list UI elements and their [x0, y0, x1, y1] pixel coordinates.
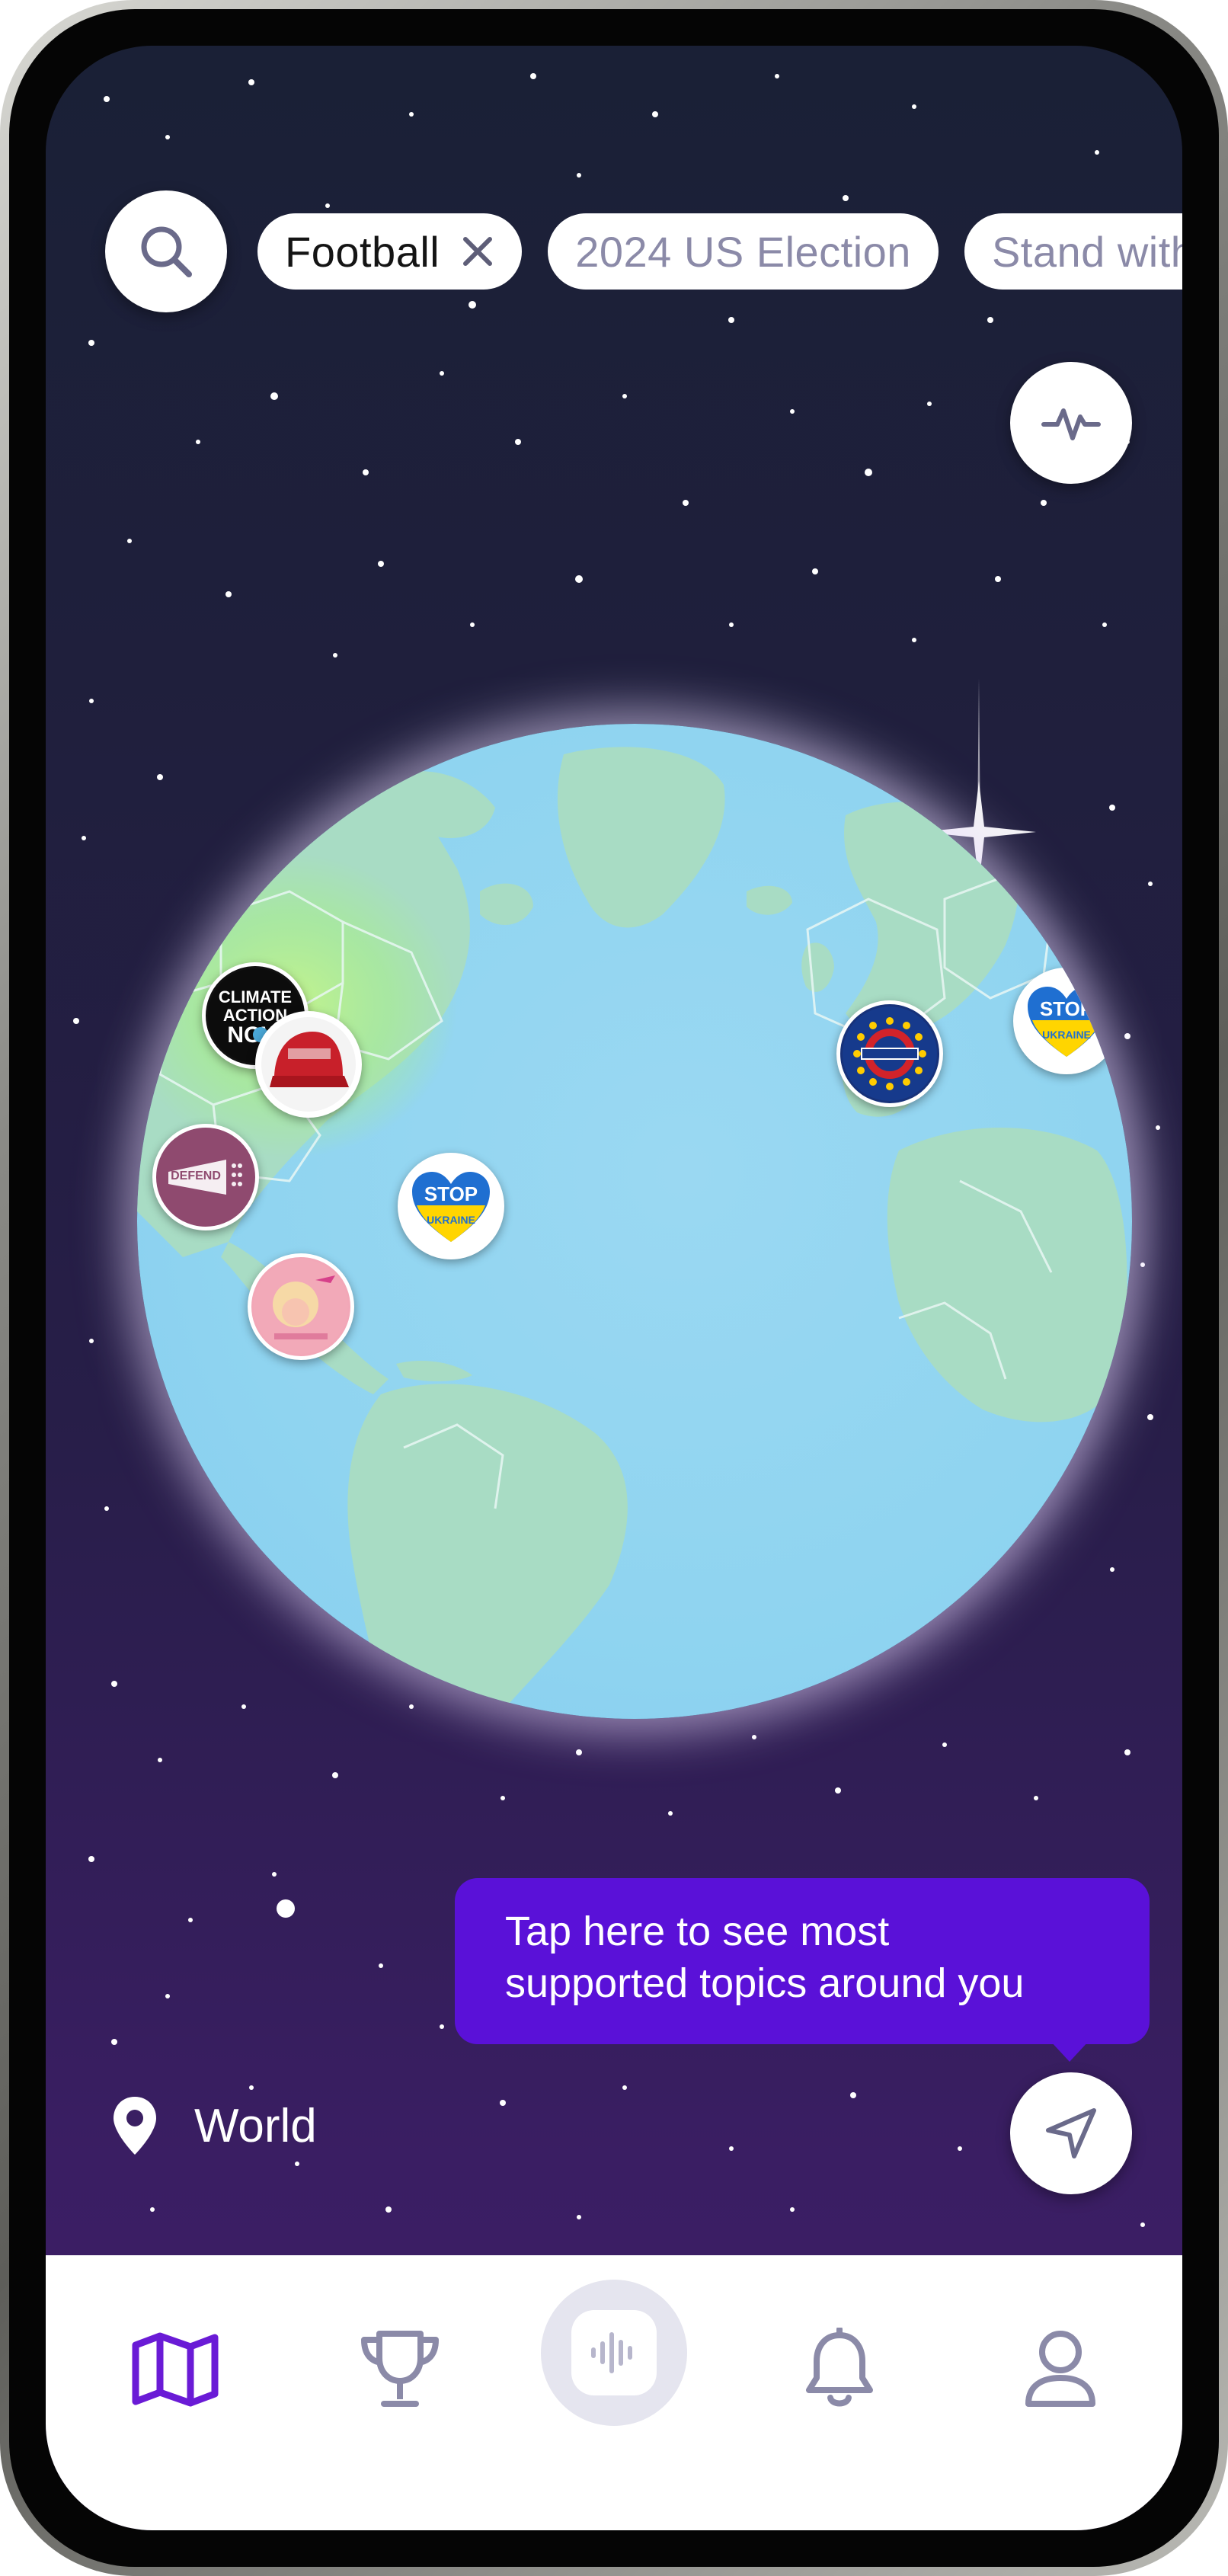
- nearby-topics-tooltip[interactable]: Tap here to see most supported topics ar…: [455, 1878, 1150, 2044]
- globe-map[interactable]: CLIMATE ACTION NOW DEFEND: [137, 724, 1132, 1719]
- record-button[interactable]: [541, 2280, 687, 2426]
- location-label: World: [194, 2099, 317, 2152]
- bell-icon: [806, 2328, 873, 2407]
- svg-text:DEFEND: DEFEND: [171, 1170, 221, 1182]
- svg-text:STOP: STOP: [424, 1182, 478, 1205]
- pin-defend-free-speech[interactable]: DEFEND: [152, 1124, 259, 1230]
- pin-brexit[interactable]: [836, 1000, 943, 1107]
- tab-leaderboard[interactable]: [347, 2316, 453, 2423]
- pin-make-america-great-again[interactable]: [255, 1011, 362, 1118]
- tab-profile[interactable]: [1007, 2316, 1114, 2423]
- globe-land: [137, 747, 1127, 1719]
- stop-war-ukraine-badge: STOP UKRAINE: [404, 1159, 498, 1253]
- record-button-inner: [571, 2310, 657, 2395]
- location-pin-icon: [114, 2097, 156, 2155]
- search-icon: [141, 226, 192, 277]
- chip-label: 2024 US Election: [575, 227, 911, 276]
- bottom-tab-bar: [46, 2255, 1182, 2530]
- red-cap-badge: [261, 1017, 356, 1112]
- svg-text:STOP: STOP: [1040, 997, 1093, 1020]
- svg-text:UKRAINE: UKRAINE: [1042, 1029, 1091, 1041]
- tooltip-tail: [1050, 2040, 1089, 2062]
- topic-filter-bar: Football 2024 US Election Stand with: [105, 190, 1182, 312]
- audio-wave-icon: [591, 2332, 632, 2373]
- pin-pink-portrait-topic[interactable]: [248, 1253, 354, 1360]
- pin-stop-war-in-ukraine-europe[interactable]: STOP UKRAINE: [1013, 968, 1120, 1074]
- chip-label: Football: [285, 227, 440, 276]
- stop-war-ukraine-badge: STOP UKRAINE: [1019, 974, 1114, 1068]
- close-icon[interactable]: [461, 235, 494, 268]
- user-icon: [1025, 2331, 1095, 2407]
- defend-free-speech-badge: DEFEND: [158, 1130, 253, 1224]
- chip-stand-with[interactable]: Stand with: [964, 213, 1182, 290]
- map-screen: Football 2024 US Election Stand with CLI…: [46, 46, 1182, 2530]
- brexit-badge: [843, 1006, 937, 1101]
- chip-2024-us-election[interactable]: 2024 US Election: [548, 213, 939, 290]
- navigation-arrow-icon: [1046, 2108, 1096, 2158]
- trophy-icon: [361, 2331, 439, 2407]
- tooltip-line-1: Tap here to see most: [505, 1909, 890, 1954]
- map-icon: [132, 2332, 219, 2407]
- location-indicator[interactable]: World: [110, 2095, 317, 2156]
- tab-notifications[interactable]: [786, 2316, 893, 2423]
- svg-text:UKRAINE: UKRAINE: [427, 1214, 475, 1226]
- pink-portrait-badge: [254, 1259, 348, 1354]
- chip-football[interactable]: Football: [257, 213, 523, 290]
- topic-chips: Football 2024 US Election Stand with: [257, 213, 1182, 290]
- pulse-icon: [1041, 408, 1101, 440]
- tooltip-line-2: supported topics around you: [505, 1960, 1025, 2006]
- search-button[interactable]: [105, 190, 227, 312]
- tab-map[interactable]: [122, 2316, 229, 2423]
- nearby-topics-button[interactable]: [1010, 2072, 1132, 2194]
- chip-label: Stand with: [991, 227, 1182, 276]
- activity-button[interactable]: [1010, 362, 1132, 484]
- pin-stop-war-in-ukraine-us[interactable]: STOP UKRAINE: [398, 1153, 504, 1259]
- svg-text:CLIMATE: CLIMATE: [219, 987, 292, 1006]
